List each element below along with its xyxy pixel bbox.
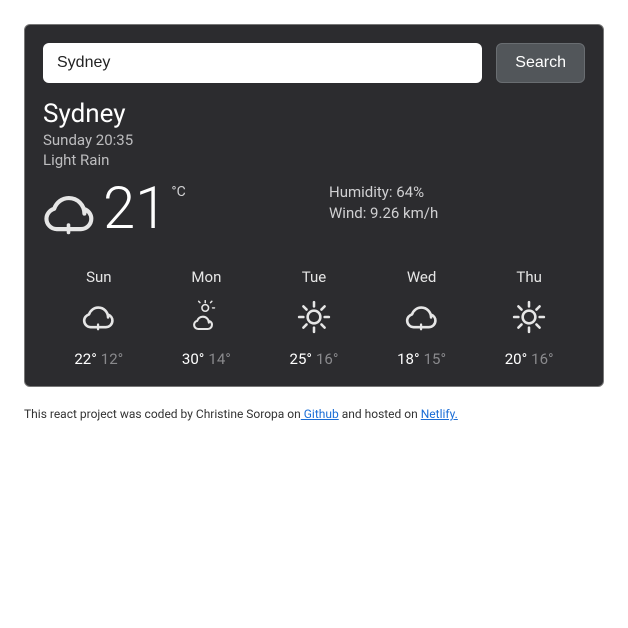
current-datetime: Sunday 20:35	[43, 131, 585, 151]
temperature-unit: °C	[171, 184, 185, 200]
partly-sunny-icon	[153, 300, 261, 334]
temp-high: 20°	[505, 350, 527, 368]
search-row: Search	[43, 43, 585, 83]
temp-high: 22°	[74, 350, 96, 368]
search-input[interactable]	[43, 43, 482, 83]
temp-low: 14°	[208, 350, 230, 368]
footer-text: This react project was coded by Christin…	[24, 407, 301, 421]
day-label: Mon	[153, 268, 261, 286]
sun-icon	[260, 300, 368, 334]
forecast-day: Tue 25°16°	[260, 268, 368, 368]
footer-credit: This react project was coded by Christin…	[24, 407, 604, 421]
city-name: Sydney	[43, 99, 585, 129]
weather-card: Search Sydney Sunday 20:35 Light Rain 21…	[24, 24, 604, 387]
current-condition: Light Rain	[43, 151, 585, 171]
day-label: Thu	[475, 268, 583, 286]
humidity-label: Humidity: 64%	[329, 182, 585, 203]
forecast-row: Sun 22°12° Mon 30°14° Tue 25°16° Wed 18°…	[43, 268, 585, 368]
wind-label: Wind: 9.26 km/h	[329, 203, 585, 224]
day-label: Wed	[368, 268, 476, 286]
forecast-day: Thu 20°16°	[475, 268, 583, 368]
temp-low: 12°	[101, 350, 123, 368]
cloud-icon	[43, 186, 97, 240]
temp-low: 15°	[424, 350, 446, 368]
temp-low: 16°	[316, 350, 338, 368]
netlify-link[interactable]: Netlify.	[421, 407, 458, 421]
github-link[interactable]: Github	[301, 407, 339, 421]
temp-high: 30°	[182, 350, 204, 368]
search-button[interactable]: Search	[496, 43, 585, 83]
day-label: Sun	[45, 268, 153, 286]
forecast-day: Mon 30°14°	[153, 268, 261, 368]
current-block: Sydney Sunday 20:35 Light Rain 21 °C Hum…	[43, 99, 585, 240]
current-temperature: 21	[103, 180, 167, 238]
forecast-day: Sun 22° 12°	[45, 268, 153, 368]
temp-low: 16°	[531, 350, 553, 368]
temp-high: 18°	[397, 350, 419, 368]
sun-icon	[475, 300, 583, 334]
cloud-icon	[45, 300, 153, 334]
day-label: Tue	[260, 268, 368, 286]
temp-high: 25°	[290, 350, 312, 368]
forecast-day: Wed 18° 15°	[368, 268, 476, 368]
cloud-icon	[368, 300, 476, 334]
footer-text: and hosted on	[339, 407, 421, 421]
